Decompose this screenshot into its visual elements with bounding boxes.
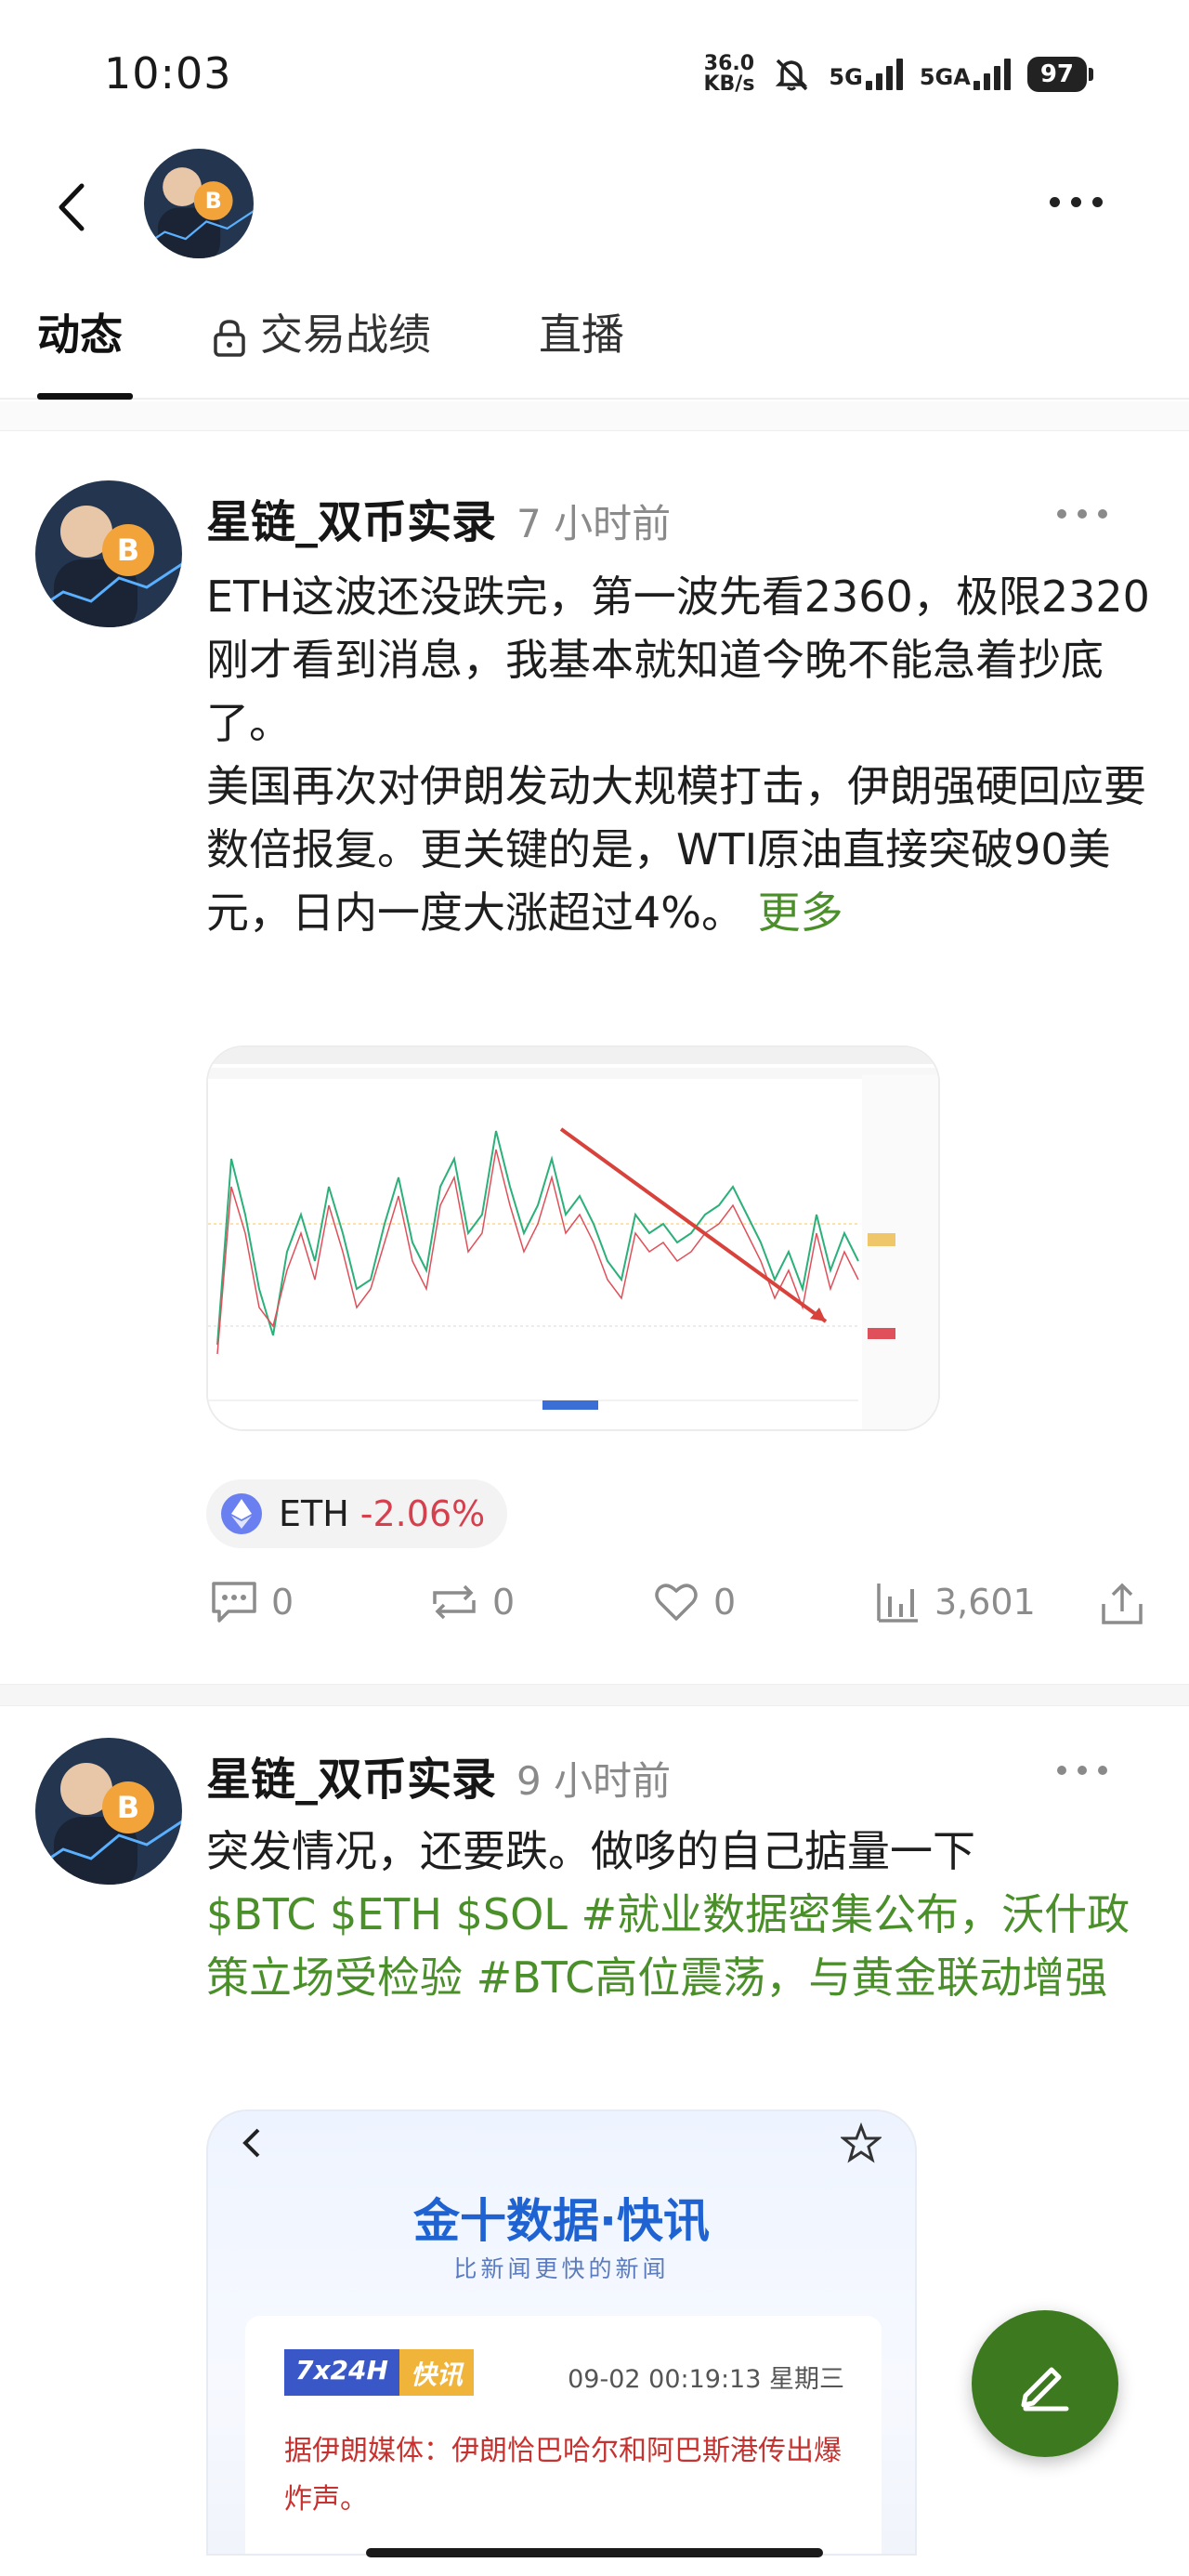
comment-count: 0 [271,1582,294,1623]
tab-feed[interactable]: 动态 [37,302,123,400]
author-name-row: 星链_双币实录 9 小时前 [206,1742,671,1807]
status-bar: 10:03 36.0 KB/s 5G 5GA 97 [0,0,1189,139]
post-image-news-card[interactable]: 金十数据·快讯 比新闻更快的新闻 7x24H 快讯 09-02 00:19:13… [206,2109,917,2556]
mute-icon [776,59,808,91]
compose-post-button[interactable] [972,2310,1118,2457]
signal-bars-icon [865,59,903,90]
svg-text:B: B [205,188,222,214]
like-button[interactable]: 0 [652,1580,736,1624]
candlestick-chart-image [208,1047,938,1429]
post-line: 美国再次对伊朗发动大规模打击，伊朗强硬回应要数倍报复。更关键的是，WTI原油直接… [206,755,1154,944]
post-time: 9 小时前 [516,1758,672,1804]
battery-indicator: 97 [1026,57,1094,92]
post-line: 突发情况，还要跌。做哆的自己掂量一下 [206,1826,975,1876]
like-count: 0 [713,1582,737,1623]
avatar-image: B [35,480,182,627]
view-count: 3,601 [934,1582,1036,1623]
share-icon [1102,1583,1143,1624]
comment-icon [212,1582,256,1623]
post-image-chart[interactable] [206,1045,940,1431]
net-speed-value: 36.0 [703,52,755,75]
post-line-text: 美国再次对伊朗发动大规模打击，伊朗强硬回应要数倍报复。更关键的是，WTI原油直接… [206,761,1146,938]
tab-label: 动态 [37,309,123,360]
news-brand: 金十数据·快讯 [413,2194,710,2248]
sim2-label: 5GA [919,64,971,90]
post-line: ETH这波还没跌完，第一波先看2360，极限2320 [206,572,1150,622]
profile-avatar[interactable]: B [144,149,254,258]
svg-text:B: B [117,532,139,568]
post-more-button[interactable] [1057,509,1107,519]
views-button[interactable]: 3,601 [875,1580,1036,1624]
signal-sim1: 5G [829,59,903,90]
coin-change: -2.06% [359,1493,486,1534]
repost-icon [433,1584,476,1620]
news-subtitle: 比新闻更快的新闻 [453,2255,670,2282]
status-icons: 36.0 KB/s 5G 5GA 97 [703,54,1094,95]
ethereum-icon [221,1493,262,1534]
signal-sim2: 5GA [920,59,1011,90]
profile-header: B [0,139,1189,269]
more-options-button[interactable] [1050,188,1115,216]
author-avatar[interactable]: B [35,1738,182,1885]
net-speed: 36.0 KB/s [703,54,754,95]
post-time: 7 小时前 [516,501,672,546]
author-name[interactable]: 星链_双币实录 [206,496,496,548]
repost-button[interactable]: 0 [429,1580,515,1624]
heart-icon [655,1584,698,1621]
bar-chart-icon [877,1584,918,1623]
tab-label: 交易战绩 [260,309,431,360]
author-name-row: 星链_双币实录 7 小时前 [206,485,671,550]
avatar-image: B [144,149,254,258]
news-date: 09-02 00:19:13 星期三 [568,2365,844,2394]
news-badge-left: 7x24H [284,2349,399,2396]
repost-count: 0 [492,1582,516,1623]
news-badge: 7x24H 快讯 [284,2349,474,2396]
post-more-button[interactable] [1057,1766,1107,1775]
post-actions: 0 0 0 3,601 [206,1580,1154,1645]
comment-button[interactable]: 0 [210,1580,294,1624]
post-line: 刚才看到消息，我基本就知道今晚不能急着抄底了。 [206,635,1104,748]
share-button[interactable] [1098,1580,1146,1628]
tab-trading-record[interactable]: 交易战绩 [212,302,431,400]
svg-text:B: B [117,1790,139,1825]
edit-pencil-icon [1021,2367,1069,2412]
news-item: 7x24H 快讯 09-02 00:19:13 星期三 据伊朗媒体：伊朗恰巴哈尔… [245,2316,882,2554]
avatar-image: B [35,1738,182,1885]
post-body[interactable]: ETH这波还没跌完，第一波先看2360，极限2320 刚才看到消息，我基本就知道… [206,565,1154,944]
post-hashtags[interactable]: $BTC $ETH $SOL #就业数据密集公布，沃什政策立场受检验 #BTC高… [206,1883,1154,2009]
home-indicator[interactable] [366,2548,823,2557]
profile-tabs: 动态 交易战绩 直播 [0,302,1189,400]
chevron-left-icon [242,2128,260,2158]
coin-symbol: ETH [279,1493,349,1534]
net-speed-unit: KB/s [703,72,755,96]
post-body[interactable]: 突发情况，还要跌。做哆的自己掂量一下 $BTC $ETH $SOL #就业数据密… [206,1820,1154,2009]
news-badge-right: 快讯 [399,2349,474,2396]
expand-more-link[interactable]: 更多 [758,887,843,938]
lock-icon [214,319,245,357]
star-icon [841,2123,882,2163]
back-button[interactable] [46,175,102,240]
post-separator [0,1684,1189,1706]
status-time: 10:03 [104,48,232,99]
chevron-left-icon [59,183,85,231]
sim1-label: 5G [829,64,863,90]
tab-live[interactable]: 直播 [539,302,624,400]
tab-label: 直播 [539,309,624,360]
coin-tag-eth[interactable]: ETH -2.06% [206,1479,508,1548]
signal-bars-icon [973,59,1011,90]
active-tab-indicator [37,393,133,400]
author-avatar[interactable]: B [35,480,182,627]
news-headline: 据伊朗媒体：伊朗恰巴哈尔和阿巴斯港传出爆炸声。 [284,2435,842,2516]
section-divider [0,401,1189,431]
author-name[interactable]: 星链_双币实录 [206,1754,496,1806]
